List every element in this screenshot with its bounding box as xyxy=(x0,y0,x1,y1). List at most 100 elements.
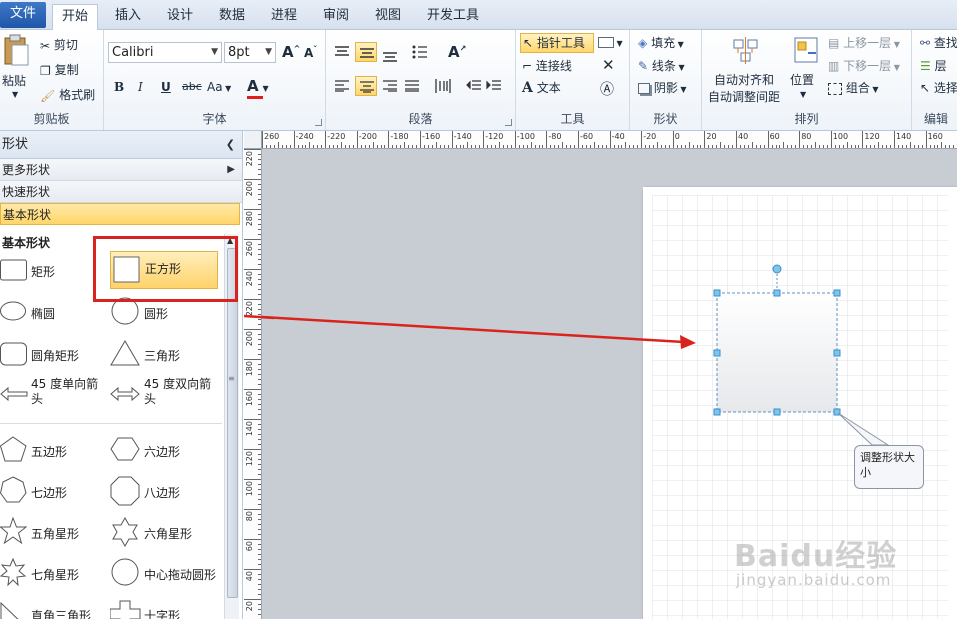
shape-double-arrow[interactable]: 45 度双向箭头 xyxy=(110,375,215,415)
ruler-tick-mark xyxy=(258,399,261,400)
scissors-icon: ✂ xyxy=(40,38,51,53)
position-button[interactable]: 位置 ▼ xyxy=(790,34,820,104)
shape-ellipse[interactable]: 椭圆 xyxy=(0,297,100,335)
ruler-tick-mark xyxy=(502,145,504,148)
tab-review[interactable]: 审阅 xyxy=(314,4,358,30)
align-top-icon[interactable] xyxy=(334,46,350,58)
tab-developer[interactable]: 开发工具 xyxy=(418,4,488,30)
select-button[interactable]: ↖ 选择 xyxy=(920,79,957,96)
shape-cross[interactable]: 十字形 xyxy=(110,599,210,619)
shape-circle[interactable]: 圆形 xyxy=(110,297,210,335)
ruler-tick-mark xyxy=(688,142,690,148)
text-block-icon[interactable] xyxy=(434,78,452,94)
copy-button[interactable]: ❐ 复制 xyxy=(40,61,79,78)
ruler-tick-mark xyxy=(795,145,797,148)
shape-five-point-star[interactable]: 五角星形 xyxy=(0,517,100,555)
align-left-icon[interactable] xyxy=(334,80,350,92)
shape-label: 圆形 xyxy=(144,307,169,321)
basic-shapes-stencil[interactable]: 基本形状 xyxy=(0,203,240,225)
change-case-label: Aa xyxy=(207,80,223,94)
tab-process[interactable]: 进程 xyxy=(262,4,306,30)
auto-align-icon xyxy=(733,37,758,64)
shape-rounded-rectangle[interactable]: 圆角矩形 xyxy=(0,339,100,377)
tab-file[interactable]: 文件 xyxy=(0,2,46,28)
connector-tool-button[interactable]: ⌐ 连接线 xyxy=(522,57,572,74)
ruler-tick-mark xyxy=(495,145,497,148)
rotate-text-icon[interactable]: Ⓐ xyxy=(600,79,614,99)
find-button[interactable]: ⚯ 查找 xyxy=(920,34,957,51)
font-size-select[interactable]: 8pt ▼ xyxy=(224,42,276,63)
tab-home[interactable]: 开始 xyxy=(52,4,98,31)
font-dialog-launcher[interactable] xyxy=(315,119,322,126)
text-tool-button[interactable]: A 文本 xyxy=(522,79,561,96)
shape-label: 中心拖动圆形 xyxy=(144,568,217,582)
auto-align-button[interactable]: 自动对齐和 自动调整间距 xyxy=(706,34,786,104)
shape-octagon[interactable]: 八边形 xyxy=(110,476,210,514)
shape-seven-point-star[interactable]: 七角星形 xyxy=(0,558,100,596)
shape-pentagon[interactable]: 五边形 xyxy=(0,435,100,473)
bullets-icon[interactable] xyxy=(412,45,428,59)
align-bottom-icon[interactable] xyxy=(382,50,398,62)
shape-single-arrow[interactable]: 45 度单向箭头 xyxy=(0,375,105,415)
more-shapes-item[interactable]: 更多形状 ▶ xyxy=(0,159,242,181)
ruler-tick-mark xyxy=(258,214,261,215)
ruler-tick-mark xyxy=(771,145,773,148)
collapse-panel-icon[interactable]: ❮ xyxy=(226,131,235,159)
pointer-tool-button[interactable]: ↖ 指针工具 xyxy=(520,33,594,53)
tab-data[interactable]: 数据 xyxy=(210,4,254,30)
group-button[interactable]: 组合 ▼ xyxy=(828,79,879,96)
ruler-tick-mark xyxy=(826,145,828,148)
align-center-button[interactable] xyxy=(355,76,377,96)
ruler-tick-mark xyxy=(258,334,261,335)
ruler-tick-mark xyxy=(380,145,382,148)
grow-font-button[interactable]: A^ xyxy=(282,43,300,61)
format-painter-button[interactable]: 🖌 格式刷 xyxy=(40,86,95,103)
ruler-tick-mark xyxy=(258,174,261,175)
ruler-tick-mark xyxy=(258,484,261,485)
decrease-indent-icon[interactable] xyxy=(466,80,482,92)
align-middle-button[interactable] xyxy=(355,42,377,62)
ruler-tick-mark xyxy=(269,145,271,148)
layer-button[interactable]: ☰ 层 xyxy=(920,57,947,74)
font-color-button[interactable]: A ▼ xyxy=(247,77,271,99)
ruler-tick-label: 260 xyxy=(264,132,280,141)
cut-button[interactable]: ✂ 剪切 xyxy=(40,36,78,53)
send-backward-button[interactable]: ▥ 下移一层 ▼ xyxy=(828,57,900,74)
align-right-icon[interactable] xyxy=(382,80,398,92)
ruler-tick-mark xyxy=(953,145,955,148)
font-name-select[interactable]: Calibri ▼ xyxy=(108,42,222,63)
grow-font-icon: A xyxy=(282,43,294,61)
italic-button[interactable]: I xyxy=(138,80,143,94)
single-arrow-icon xyxy=(0,386,28,402)
line-button[interactable]: ✎ 线条 ▼ xyxy=(638,57,685,74)
bold-button[interactable]: B xyxy=(114,80,124,94)
shape-heptagon[interactable]: 七边形 xyxy=(0,476,100,514)
horizontal-ruler[interactable]: 260 -240 -220 -200 -180 -160 -140 -120 -100 -80 -6… xyxy=(262,131,957,149)
vertical-ruler[interactable]: 220 200 280 260 240 220 200 180 160 140 120 100 80 60… xyxy=(244,149,262,619)
fill-button[interactable]: ◈ 填充 ▼ xyxy=(638,34,684,51)
quick-shapes-item[interactable]: 快速形状 xyxy=(0,181,242,203)
justify-icon[interactable] xyxy=(404,80,420,92)
shape-six-point-star[interactable]: 六角星形 xyxy=(110,517,210,555)
paragraph-dialog-launcher[interactable] xyxy=(505,119,512,126)
underline-button[interactable]: U xyxy=(161,80,171,94)
shrink-font-button[interactable]: Aˇ xyxy=(304,45,317,60)
tab-view[interactable]: 视图 xyxy=(366,4,410,30)
tab-insert[interactable]: 插入 xyxy=(106,4,150,30)
shape-triangle[interactable]: 三角形 xyxy=(110,339,210,377)
rectangle-tool-button[interactable]: ▼ xyxy=(598,35,623,49)
shape-hexagon[interactable]: 六边形 xyxy=(110,435,210,473)
drawing-canvas[interactable]: 260 -240 -220 -200 -180 -160 -140 -120 -100 -80 -6… xyxy=(244,131,957,619)
shape-right-triangle[interactable]: 直角三角形 xyxy=(0,599,100,619)
shape-center-drag-circle[interactable]: 中心拖动圆形 xyxy=(110,558,222,596)
bring-forward-button[interactable]: ▤ 上移一层 ▼ xyxy=(828,34,900,51)
shape-rectangle[interactable]: 矩形 xyxy=(0,255,100,293)
text-direction-button[interactable]: A↗ xyxy=(448,43,466,61)
close-icon[interactable]: ✕ xyxy=(602,56,615,74)
paste-button[interactable]: 粘贴 ▼ xyxy=(2,34,32,104)
increase-indent-icon[interactable] xyxy=(486,80,502,92)
strikethrough-button[interactable]: abc xyxy=(182,80,202,93)
change-case-button[interactable]: Aa ▼ xyxy=(207,80,231,94)
tab-design[interactable]: 设计 xyxy=(158,4,202,30)
shadow-button[interactable]: 阴影 ▼ xyxy=(638,79,687,96)
